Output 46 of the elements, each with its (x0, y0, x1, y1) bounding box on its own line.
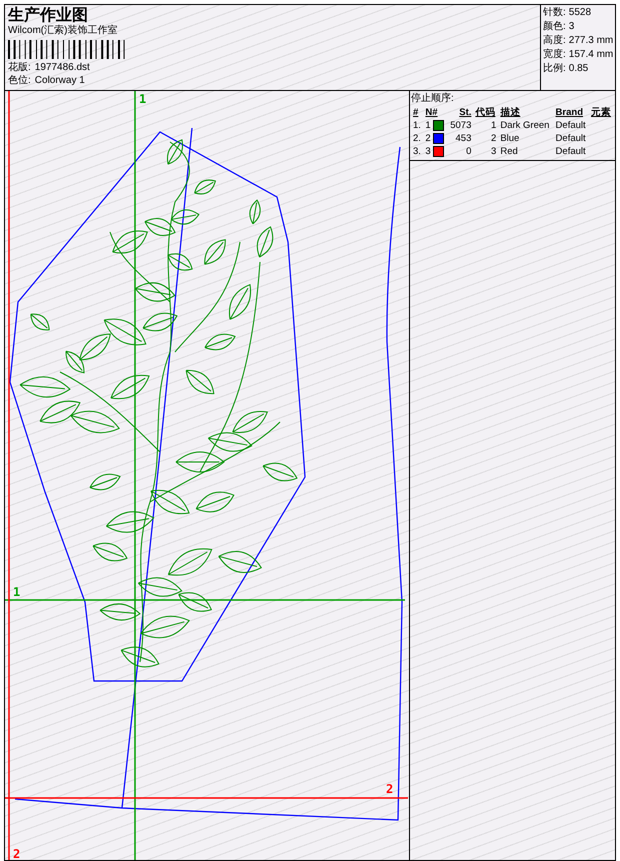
stat-label: 高度: (543, 34, 566, 48)
guide-label: 1 (13, 586, 20, 598)
guide-label: 1 (139, 93, 146, 105)
table-cell-text: 1. (412, 119, 422, 132)
sheet-title: 生产作业图 (8, 6, 89, 24)
table-cell: 2 (423, 132, 448, 145)
stat-label: 针数: (543, 6, 566, 20)
design-label: 花版: (8, 61, 31, 74)
table-cell-text: 2 (490, 132, 498, 145)
column-header: St. (458, 106, 472, 119)
stat-value: 277.3 mm (568, 34, 614, 48)
table-cell-text: 3. (412, 145, 422, 158)
guide-label: 2 (13, 848, 20, 860)
company-name: Wilcom(汇索)装饰工作室 (8, 24, 118, 37)
stop-sequence-title: 停止顺序: (411, 92, 455, 106)
design-file: 1977486.dst (34, 61, 90, 74)
column-header: 描述 (499, 106, 522, 119)
table-cell-text: Dark Green (499, 119, 550, 132)
table-cell-text: Default (554, 145, 587, 158)
table-cell-text: Default (554, 132, 587, 145)
table-cell-text: 453 (454, 132, 472, 145)
column-header: 元素 (590, 106, 612, 119)
stat-label: 比例: (543, 62, 566, 76)
column-header: Brand (554, 106, 584, 119)
colorway-label: 色位: (8, 74, 31, 87)
table-cell-text: Default (554, 119, 587, 132)
column-header: # (412, 106, 420, 119)
stat-value: 157.4 mm (568, 48, 614, 62)
stat-value: 3 (568, 20, 574, 34)
table-cell-text: 5073 (449, 119, 472, 132)
table-cell-text: 1 (490, 119, 498, 132)
stat-label: 颜色: (543, 20, 566, 34)
colorway-name: Colorway 1 (34, 74, 85, 87)
stat-value: 0.85 (568, 62, 588, 76)
guide-label: 2 (386, 783, 394, 795)
table-cell: 1 (423, 119, 448, 132)
stat-value: 5528 (568, 6, 592, 20)
table-cell-text: 0 (465, 145, 472, 158)
table-cell-text: 2. (412, 132, 422, 145)
table-cell: 3 (423, 145, 448, 158)
table-cell-text: 3 (490, 145, 498, 158)
column-header: 代码 (474, 106, 496, 119)
column-header: N# (424, 106, 439, 119)
table-cell-text: Red (499, 145, 519, 158)
table-cell-text: Blue (499, 132, 520, 145)
stat-label: 宽度: (543, 48, 566, 62)
